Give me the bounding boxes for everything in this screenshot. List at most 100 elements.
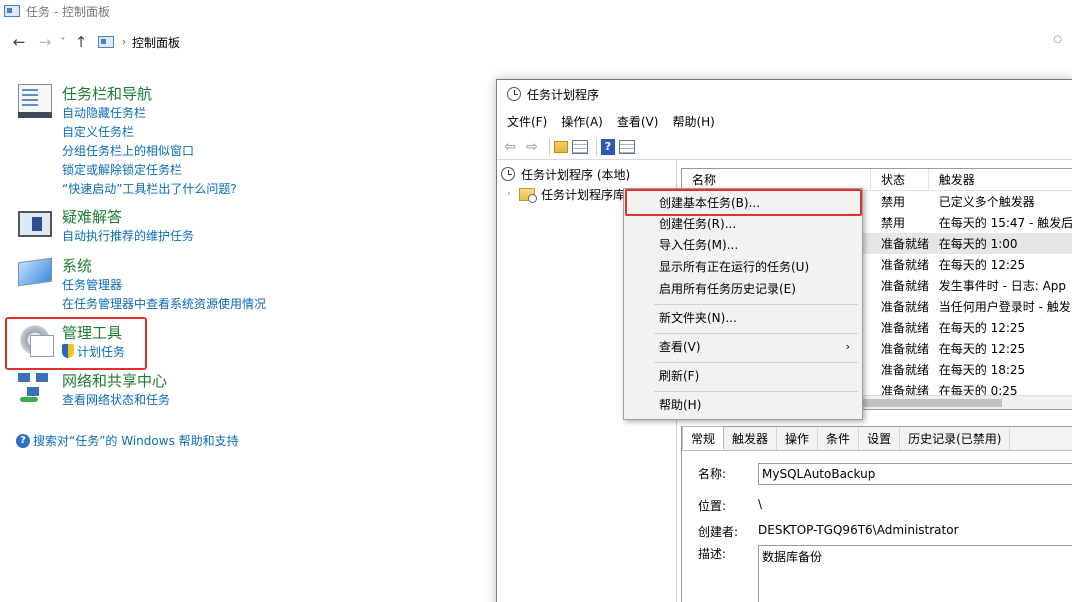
troubleshoot-icon <box>18 211 52 237</box>
window-title-bar: 任务 - 控制面板 <box>0 0 1072 22</box>
tab-conditions[interactable]: 条件 <box>818 428 860 450</box>
column-header-status[interactable]: 状态 <box>871 169 929 191</box>
task-trigger-cell: 发生事件时 - 日志: App <box>938 279 1067 293</box>
task-status-cell: 准备就绪 <box>881 279 929 293</box>
admin-tools-highlight-box <box>5 317 147 370</box>
menu-file[interactable]: 文件(F) <box>507 113 547 130</box>
name-field-row: 名称: MySQLAutoBackup <box>698 463 1072 485</box>
menu-help[interactable]: 帮助(H) <box>672 113 714 130</box>
task-status-cell: 准备就绪 <box>881 300 929 314</box>
tab-general[interactable]: 常规 <box>682 426 725 450</box>
menu-item-refresh[interactable]: 刷新(F) <box>626 365 860 387</box>
menu-separator <box>654 362 858 363</box>
location-value: \ <box>758 497 763 511</box>
expand-chevron-icon[interactable]: › <box>507 189 519 199</box>
task-status-cell: 准备就绪 <box>881 237 929 251</box>
task-status-cell: 准备就绪 <box>881 258 929 272</box>
link-lock-taskbar[interactable]: 锁定或解除锁定任务栏 <box>62 161 237 180</box>
category-title[interactable]: 系统 <box>62 256 266 276</box>
task-scheduler-title: 任务计划程序 <box>527 87 600 102</box>
category-troubleshooting: 疑难解答 自动执行推荐的维护任务 <box>18 207 194 246</box>
tab-history[interactable]: 历史记录(已禁用) <box>900 428 1011 450</box>
task-trigger-cell: 在每天的 12:25 <box>938 342 1026 356</box>
up-folder-icon[interactable] <box>554 140 568 153</box>
link-auto-hide-taskbar[interactable]: 自动隐藏任务栏 <box>62 104 237 123</box>
link-network-status[interactable]: 查看网络状态和任务 <box>62 391 170 410</box>
tab-settings[interactable]: 设置 <box>859 428 901 450</box>
library-folder-icon <box>519 187 537 203</box>
show-hide-console-tree-icon[interactable] <box>572 139 588 154</box>
control-panel-icon <box>4 5 20 17</box>
link-task-manager[interactable]: 任务管理器 <box>62 276 266 295</box>
task-trigger-cell: 在每天的 1:00 <box>938 237 1018 251</box>
create-basic-task-highlight-box <box>625 189 862 216</box>
network-icon <box>18 371 52 405</box>
help-icon[interactable]: ? <box>601 138 615 155</box>
location-label: 位置: <box>698 499 727 513</box>
task-detail-pane: 常规 触发器 操作 条件 设置 历史记录(已禁用) 名称: MySQLAutoB… <box>681 426 1072 602</box>
up-arrow-icon[interactable]: ↑ <box>70 31 92 53</box>
tab-actions[interactable]: 操作 <box>777 428 819 450</box>
clock-icon <box>507 87 521 101</box>
windows-help-link[interactable]: ? 搜索对“任务”的 Windows 帮助和支持 <box>16 432 239 449</box>
location-field-row: 位置: \ <box>698 497 762 514</box>
back-arrow-icon[interactable]: ⇦ <box>501 138 519 156</box>
breadcrumb-control-panel[interactable]: 控制面板 <box>132 34 180 51</box>
category-title[interactable]: 网络和共享中心 <box>62 371 170 391</box>
task-status-cell: 禁用 <box>881 216 906 230</box>
menu-item-enable-history[interactable]: 启用所有任务历史记录(E) <box>626 278 860 300</box>
task-status-cell: 准备就绪 <box>881 321 929 335</box>
link-run-maintenance[interactable]: 自动执行推荐的维护任务 <box>62 227 194 246</box>
task-status-cell: 禁用 <box>881 195 906 209</box>
menu-item-import-task[interactable]: 导入任务(M)... <box>626 234 860 256</box>
menu-bar: 文件(F) 操作(A) 查看(V) 帮助(H) <box>497 108 1072 134</box>
category-title[interactable]: 疑难解答 <box>62 207 194 227</box>
category-network-sharing: 网络和共享中心 查看网络状态和任务 <box>18 371 170 410</box>
menu-item-view-label: 查看(V) <box>659 340 701 354</box>
breadcrumb-separator-icon[interactable]: › <box>122 37 126 48</box>
task-scheduler-title-bar: 任务计划程序 <box>497 80 1072 108</box>
column-header-trigger[interactable]: 触发器 <box>929 169 1072 191</box>
menu-item-help[interactable]: 帮助(H) <box>626 394 860 416</box>
name-label: 名称: <box>698 467 727 481</box>
task-trigger-cell: 在每天的 18:25 <box>938 363 1026 377</box>
help-icon: ? <box>16 433 30 448</box>
detail-tabs: 常规 触发器 操作 条件 设置 历史记录(已禁用) <box>682 426 1072 451</box>
author-field-row: 创建者: DESKTOP-TGQ96T6\Administrator <box>698 523 959 540</box>
link-customize-taskbar[interactable]: 自定义任务栏 <box>62 123 237 142</box>
menu-item-show-running-tasks[interactable]: 显示所有正在运行的任务(U) <box>626 256 860 278</box>
description-field[interactable]: 数据库备份 <box>758 545 1072 602</box>
navigation-bar: ← → ˅ ↑ › 控制面板 ○ <box>0 30 1072 54</box>
category-taskbar-navigation: 任务栏和导航 自动隐藏任务栏 自定义任务栏 分组任务栏上的相似窗口 锁定或解除锁… <box>18 84 237 199</box>
back-arrow-icon[interactable]: ← <box>8 31 30 53</box>
search-icon[interactable]: ○ <box>1053 34 1062 45</box>
forward-arrow-icon[interactable]: → <box>34 31 56 53</box>
toolbar: ⇦ ⇨ ? <box>497 134 1072 160</box>
tab-triggers[interactable]: 触发器 <box>724 428 778 450</box>
link-resource-usage[interactable]: 在任务管理器中查看系统资源使用情况 <box>62 295 266 314</box>
author-value: DESKTOP-TGQ96T6\Administrator <box>758 523 959 537</box>
toolbar-separator <box>549 137 550 156</box>
name-field[interactable]: MySQLAutoBackup <box>758 463 1072 485</box>
task-trigger-cell: 在每天的 12:25 <box>938 321 1026 335</box>
taskbar-icon <box>18 84 52 118</box>
link-quick-launch-help[interactable]: “快速启动”工具栏出了什么问题? <box>62 180 237 199</box>
category-title[interactable]: 任务栏和导航 <box>62 84 237 104</box>
category-system: 系统 任务管理器 在任务管理器中查看系统资源使用情况 <box>18 256 266 314</box>
menu-item-create-task[interactable]: 创建任务(R)... <box>626 213 860 235</box>
show-hide-action-pane-icon[interactable] <box>619 139 635 154</box>
description-label: 描述: <box>698 547 727 561</box>
task-trigger-cell: 当任何用户登录时 - 触发 <box>938 300 1071 314</box>
clock-icon <box>501 167 515 181</box>
forward-arrow-icon[interactable]: ⇨ <box>523 138 541 156</box>
menu-action[interactable]: 操作(A) <box>561 113 603 130</box>
menu-item-view[interactable]: 查看(V) › <box>626 336 860 358</box>
windows-help-link-label: 搜索对“任务”的 Windows 帮助和支持 <box>33 434 239 448</box>
link-group-similar-windows[interactable]: 分组任务栏上的相似窗口 <box>62 142 237 161</box>
window-title: 任务 - 控制面板 <box>26 4 110 19</box>
task-trigger-cell: 已定义多个触发器 <box>938 195 1035 209</box>
menu-item-new-folder[interactable]: 新文件夹(N)... <box>626 307 860 329</box>
tree-item-local[interactable]: 任务计划程序 (本地) <box>497 164 676 184</box>
menu-view[interactable]: 查看(V) <box>617 113 659 130</box>
recent-locations-chevron-icon[interactable]: ˅ <box>56 31 70 53</box>
